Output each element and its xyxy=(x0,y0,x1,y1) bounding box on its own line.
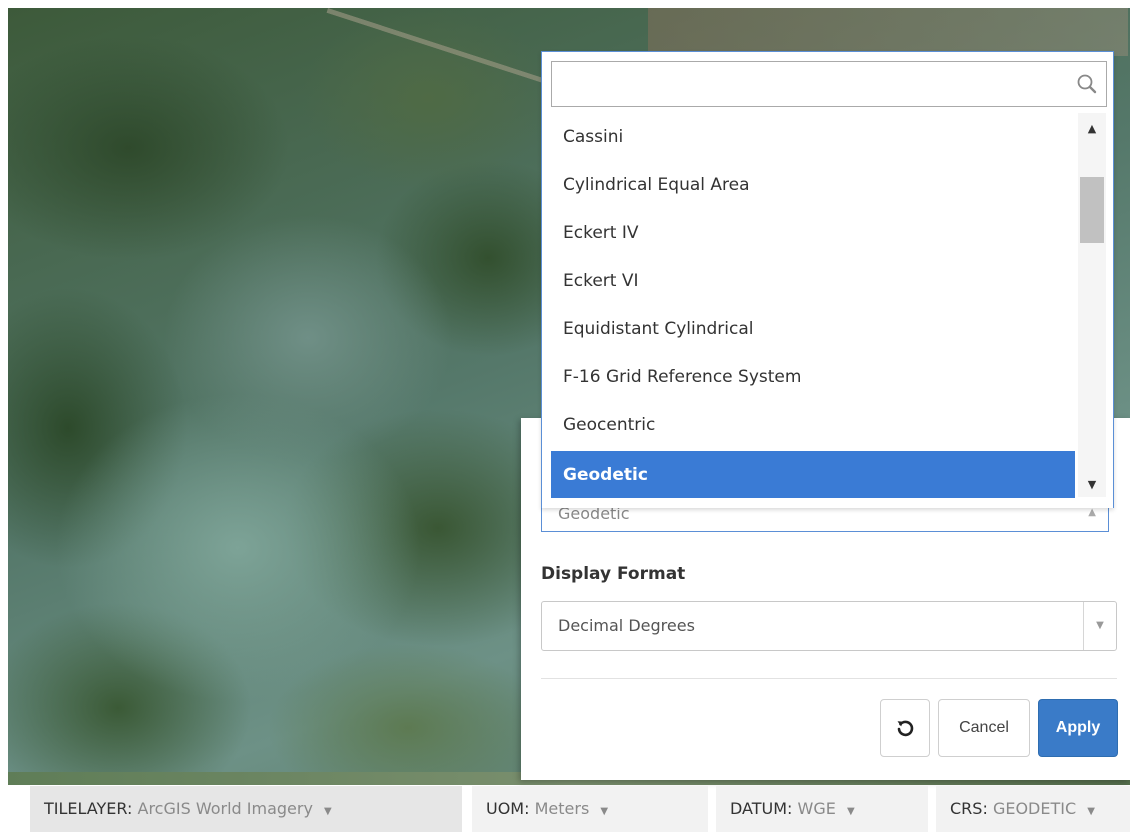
dropdown-option-cylindrical-equal-area[interactable]: Cylindrical Equal Area xyxy=(551,161,1075,209)
uom-selector[interactable]: UOM: Meters ▼ xyxy=(472,786,708,832)
caret-down-icon: ▼ xyxy=(1087,806,1095,817)
dropdown-option-geocentric[interactable]: Geocentric xyxy=(551,401,1075,449)
dropdown-scrollbar[interactable]: ▲ ▼ xyxy=(1078,113,1106,497)
tilelayer-label: TILELAYER: xyxy=(44,799,133,818)
reset-button[interactable] xyxy=(880,699,930,757)
triangle-up-icon: ▲ xyxy=(1088,507,1096,518)
datum-selector[interactable]: DATUM: WGE ▼ xyxy=(716,786,928,832)
dropdown-option-equidistant-cylindrical[interactable]: Equidistant Cylindrical xyxy=(551,305,1075,353)
panel-divider xyxy=(541,678,1117,679)
scrollbar-thumb[interactable] xyxy=(1080,177,1104,243)
crs-selector[interactable]: CRS: GEODETIC ▼ xyxy=(936,786,1130,832)
dropdown-option-eckert-vi[interactable]: Eckert VI xyxy=(551,257,1075,305)
chevron-down-icon[interactable]: ▼ xyxy=(1083,602,1116,650)
map-road xyxy=(289,8,576,208)
crs-label: CRS: xyxy=(950,799,988,818)
tilelayer-value: ArcGIS World Imagery xyxy=(137,799,313,818)
triangle-up-icon[interactable]: ▲ xyxy=(1078,117,1106,141)
status-bar: TILELAYER: ArcGIS World Imagery ▼ UOM: M… xyxy=(30,786,1130,832)
dropdown-search-box[interactable] xyxy=(551,61,1107,107)
triangle-down-icon[interactable]: ▼ xyxy=(1078,473,1106,497)
uom-label: UOM: xyxy=(486,799,530,818)
search-icon xyxy=(1077,74,1097,94)
display-format-value: Decimal Degrees xyxy=(558,616,695,635)
display-format-label: Display Format xyxy=(541,564,686,584)
dropdown-search-input[interactable] xyxy=(558,68,1062,100)
dropdown-options: Cassini Cylindrical Equal Area Eckert IV… xyxy=(551,113,1077,499)
display-format-select[interactable]: Decimal Degrees ▼ xyxy=(541,601,1117,651)
uom-value: Meters xyxy=(534,799,590,818)
dropdown-option-f16-grid-reference-system[interactable]: F-16 Grid Reference System xyxy=(551,353,1075,401)
caret-down-icon: ▼ xyxy=(324,806,332,817)
apply-button[interactable]: Apply xyxy=(1038,699,1118,757)
reset-icon xyxy=(897,720,914,737)
dropdown-option-cassini[interactable]: Cassini xyxy=(551,113,1075,161)
datum-label: DATUM: xyxy=(730,799,793,818)
dropdown-option-geodetic[interactable]: Geodetic xyxy=(551,451,1075,498)
caret-down-icon: ▼ xyxy=(600,806,609,817)
cancel-button[interactable]: Cancel xyxy=(938,699,1030,757)
map-town-area xyxy=(648,8,1128,56)
dropdown-option-eckert-iv[interactable]: Eckert IV xyxy=(551,209,1075,257)
caret-down-icon: ▼ xyxy=(846,806,855,817)
datum-value: WGE xyxy=(797,799,836,818)
tilelayer-selector[interactable]: TILELAYER: ArcGIS World Imagery ▼ xyxy=(30,786,462,832)
crs-dropdown-list: Cassini Cylindrical Equal Area Eckert IV… xyxy=(541,51,1114,508)
crs-value: GEODETIC xyxy=(992,799,1077,818)
